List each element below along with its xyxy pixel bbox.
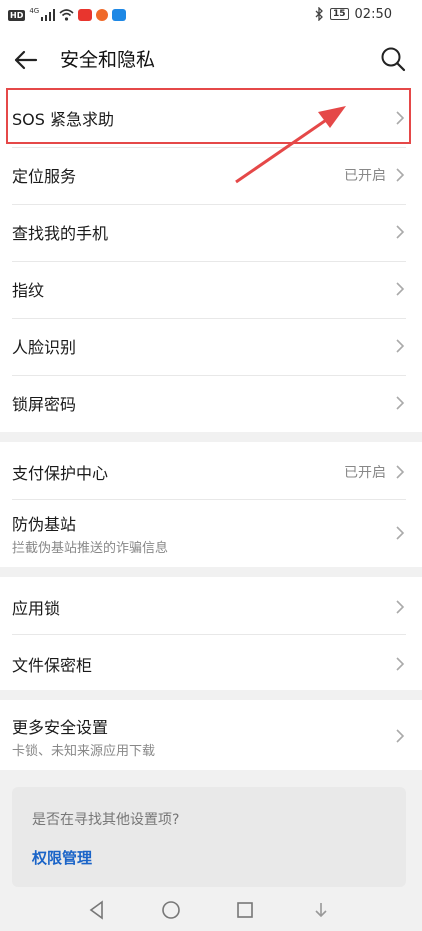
chevron-right-icon [396, 729, 405, 743]
row-subtitle: 卡锁、未知来源应用下载 [12, 744, 156, 759]
back-arrow-icon[interactable] [10, 44, 42, 76]
chevron-right-icon [396, 282, 405, 296]
row-label: 文件保密柜 [12, 656, 93, 675]
status-right: 15 02:50 [315, 5, 392, 23]
page-title: 安全和隐私 [60, 49, 156, 71]
chevron-right-icon [396, 465, 405, 479]
app-header: 安全和隐私 [0, 30, 422, 90]
fake-base-station-row[interactable]: 防伪基站 拦截伪基站推送的诈骗信息 [0, 499, 422, 567]
search-icon[interactable] [378, 44, 408, 74]
battery-icon: 15 [330, 8, 349, 20]
row-label: 查找我的手机 [12, 224, 109, 243]
permission-management-link[interactable]: 权限管理 [32, 847, 92, 868]
face-recognition-row[interactable]: 人脸识别 [0, 318, 422, 375]
chevron-right-icon [396, 225, 405, 239]
nav-back-icon[interactable] [86, 899, 108, 921]
nav-recents-icon[interactable] [234, 899, 256, 921]
status-value: 已开启 [344, 168, 386, 184]
status-left: HD 4G [8, 7, 127, 23]
fingerprint-row[interactable]: 指纹 [0, 261, 422, 318]
row-label: 防伪基站 [12, 515, 77, 534]
location-service-row[interactable]: 定位服务 已开启 [0, 147, 422, 204]
app-notification-icon [96, 9, 109, 21]
more-security-settings-row[interactable]: 更多安全设置 卡锁、未知来源应用下载 [0, 700, 422, 770]
lock-screen-password-row[interactable]: 锁屏密码 [0, 375, 422, 432]
status-bar: HD 4G 15 02:50 [0, 0, 422, 30]
row-label: 指纹 [12, 281, 45, 300]
settings-group-more: 更多安全设置 卡锁、未知来源应用下载 [0, 700, 422, 770]
file-safe-row[interactable]: 文件保密柜 [0, 634, 422, 690]
hd-badge: HD [8, 9, 26, 21]
row-label: 锁屏密码 [12, 395, 77, 414]
find-my-phone-row[interactable]: 查找我的手机 [0, 204, 422, 261]
row-label: 人脸识别 [12, 338, 77, 357]
chevron-right-icon [396, 168, 405, 182]
chevron-right-icon [396, 600, 405, 614]
chevron-right-icon [396, 657, 405, 671]
settings-group-apps: 应用锁 文件保密柜 [0, 577, 422, 690]
system-nav-bar [0, 887, 422, 931]
row-label: 支付保护中心 [12, 464, 109, 483]
chevron-right-icon [396, 339, 405, 353]
clock: 02:50 [354, 6, 392, 22]
settings-group-payment: 支付保护中心 已开启 防伪基站 拦截伪基站推送的诈骗信息 [0, 442, 422, 567]
row-label: 更多安全设置 [12, 718, 109, 737]
payment-protection-row[interactable]: 支付保护中心 已开启 [0, 442, 422, 499]
network-type: 4G [29, 7, 40, 15]
app-notification-icon [78, 9, 93, 21]
chevron-right-icon [396, 526, 405, 540]
app-lock-row[interactable]: 应用锁 [0, 577, 422, 634]
row-label: 定位服务 [12, 167, 77, 186]
suggestion-question: 是否在寻找其他设置项? [32, 812, 180, 828]
nav-home-icon[interactable] [160, 899, 182, 921]
wifi-icon [59, 9, 74, 21]
nav-notification-icon[interactable] [310, 899, 332, 921]
signal-icon [41, 9, 56, 21]
highlight-annotation [6, 88, 411, 144]
app-notification-icon [112, 9, 127, 21]
row-subtitle: 拦截伪基站推送的诈骗信息 [12, 541, 169, 556]
bluetooth-icon [315, 7, 323, 21]
status-value: 已开启 [344, 465, 386, 481]
row-label: 应用锁 [12, 599, 61, 618]
suggestion-card: 是否在寻找其他设置项? 权限管理 [12, 787, 406, 887]
chevron-right-icon [396, 396, 405, 410]
